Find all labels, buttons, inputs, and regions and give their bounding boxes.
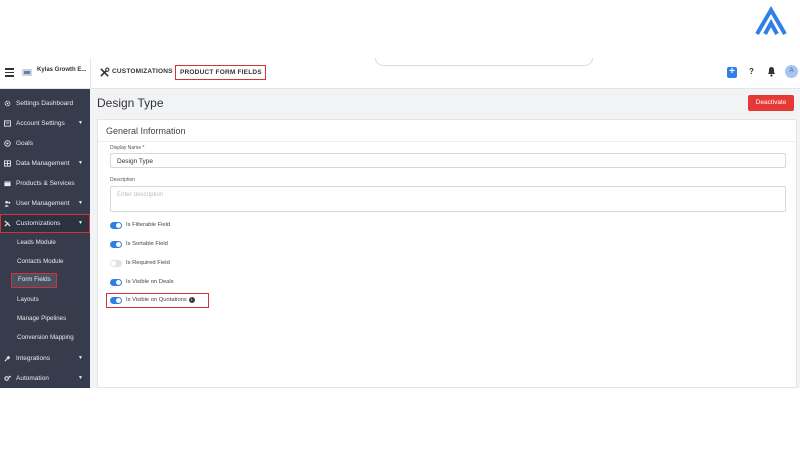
sidebar-subitem-manage-pipelines[interactable]: Manage Pipelines [17,315,66,330]
section-title: General Information [106,126,186,136]
bell-icon[interactable] [767,66,776,77]
display-name-label: Display Name * [110,145,145,151]
sidebar-item-label: Data Management [16,160,70,167]
tools-icon [4,220,11,227]
target-icon [4,140,11,147]
add-button[interactable]: + [727,67,737,78]
gear-icon [4,100,11,107]
sidebar-item-label: Goals [16,140,33,147]
sortable-toggle[interactable] [110,241,122,248]
toggle-label: Is Visible on Deals [126,279,174,285]
required-toggle[interactable] [110,260,122,267]
breadcrumb-section[interactable]: CUSTOMIZATIONS [112,68,173,75]
table-icon [4,160,11,167]
required-toggle-row[interactable]: Is Required Field [110,258,200,269]
caret-down-icon: ▼ [78,160,83,166]
sidebar-item-customizations[interactable]: Customizations ▼ [0,214,90,233]
screenshot-canvas: Kylas Growth E... CUSTOMIZATIONS PRODUCT… [0,0,800,450]
sidebar-item-label: Products & Services [16,180,75,187]
breadcrumb-current-page: PRODUCT FORM FIELDS [175,65,266,80]
toggle-label: Is Visible on Quotations i [126,297,195,303]
app-window: Kylas Growth E... CUSTOMIZATIONS PRODUCT… [0,58,800,388]
tools-icon [100,67,110,77]
description-placeholder: Enter description [117,191,164,198]
user-avatar[interactable]: A [785,65,798,78]
help-button[interactable]: ? [749,67,754,76]
general-information-card: General Information Display Name * Desig… [97,119,798,388]
toggle-label: Is Required Field [126,260,170,266]
account-settings-icon [4,120,11,127]
caret-down-icon: ▼ [78,200,83,206]
floating-panel-edge [375,58,593,66]
visible-on-quotations-toggle[interactable] [110,297,122,304]
gears-icon [4,375,11,381]
box-icon [4,181,11,187]
deactivate-button[interactable]: Deactivate [748,95,794,111]
sidebar-subitem-form-fields[interactable]: Form Fields [11,273,57,288]
display-name-field[interactable]: Design Type [110,153,786,168]
visible-on-quotations-toggle-row[interactable]: Is Visible on Quotations i [106,293,209,308]
users-icon [4,200,11,207]
kylas-logo-icon [755,6,787,36]
filterable-toggle-row[interactable]: Is Filterable Field [110,220,200,231]
company-logo-icon [22,69,32,76]
hamburger-menu-icon[interactable] [5,68,14,77]
sidebar-subitem-layouts[interactable]: Layouts [17,296,39,311]
description-label: Description [110,177,136,183]
sidebar-subitem-leads-module[interactable]: Leads Module [17,239,56,254]
section-divider [98,141,798,142]
sidebar-item-products-services[interactable]: Products & Services [0,174,90,193]
display-name-value: Design Type [117,158,154,165]
sidebar-item-label: Automation [16,375,49,382]
plug-icon [4,355,11,362]
sidebar-item-label: Integrations [16,355,50,362]
sidebar-item-label: User Management [16,200,70,207]
company-name[interactable]: Kylas Growth E... [37,67,86,73]
sidebar-subitem-contacts-module[interactable]: Contacts Module [17,258,63,273]
sidebar-item-data-management[interactable]: Data Management ▼ [0,154,90,173]
visible-on-deals-toggle-row[interactable]: Is Visible on Deals [110,277,200,288]
caret-down-icon: ▼ [78,220,83,226]
toggle-label-text: Is Visible on Quotations [126,297,187,303]
caret-down-icon: ▼ [78,355,83,361]
sidebar-subitem-conversion-mapping[interactable]: Conversion Mapping [17,334,74,349]
sidebar-item-label: Settings Dashboard [16,100,74,107]
info-icon[interactable]: i [188,297,195,303]
sidebar-item-goals[interactable]: Goals [0,134,90,153]
toggle-label: Is Sortable Field [126,241,168,247]
caret-down-icon: ▼ [78,375,83,381]
description-field[interactable]: Enter description [110,186,786,212]
sidebar-item-label: Account Settings [16,120,65,127]
sidebar-item-automation[interactable]: Automation ▼ [0,369,90,388]
sidebar: Settings Dashboard Account Settings ▼ Go… [0,89,90,388]
visible-on-deals-toggle[interactable] [110,279,122,286]
sidebar-item-user-management[interactable]: User Management ▼ [0,194,90,213]
page-title: Design Type [97,96,164,110]
sidebar-item-integrations[interactable]: Integrations ▼ [0,349,90,368]
sidebar-item-label: Customizations [16,220,61,227]
sortable-toggle-row[interactable]: Is Sortable Field [110,239,200,250]
topbar-divider [90,58,91,89]
toggle-label: Is Filterable Field [126,222,171,228]
sidebar-item-settings-dashboard[interactable]: Settings Dashboard [0,94,90,113]
filterable-toggle[interactable] [110,222,122,229]
sidebar-item-account-settings[interactable]: Account Settings ▼ [0,114,90,133]
caret-down-icon: ▼ [78,120,83,126]
